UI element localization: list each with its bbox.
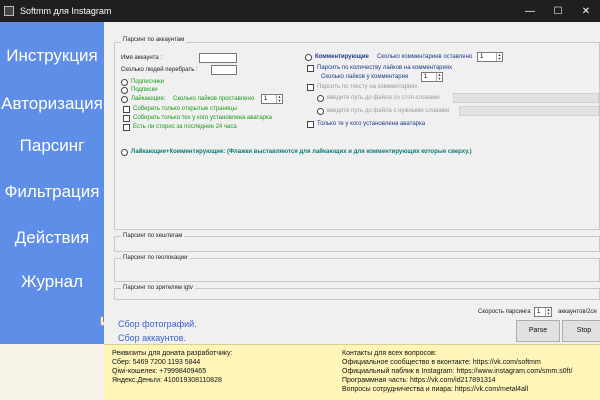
likes-set-stepper[interactable]: 1 ▲ ▼ xyxy=(261,94,283,104)
stories-checkbox[interactable] xyxy=(123,124,130,131)
donation-yandex: Яндекс.Деньги: 410019308110828 xyxy=(112,377,222,384)
comments-left-value: 1 xyxy=(480,54,484,60)
subscriptions-label: Подписки xyxy=(131,87,158,93)
avatar-only-checkbox[interactable] xyxy=(123,115,130,122)
spin-arrows-icon[interactable]: ▲ ▼ xyxy=(436,73,442,81)
accounts-group-title: Парсинг по аккаунтам xyxy=(121,37,187,43)
commenters-radio[interactable] xyxy=(305,54,312,61)
needed-words-label: введите путь до файла с нужными словами xyxy=(327,108,450,114)
account-name-input[interactable] xyxy=(199,53,237,63)
stop-words-radio[interactable] xyxy=(317,95,324,102)
speed-label: Скорость парсинга xyxy=(478,309,531,315)
contacts-instagram: Официальный паблик в Instagram: https://… xyxy=(342,368,573,375)
contacts-vk-community: Официальное сообщество в вконтакте: http… xyxy=(342,359,541,366)
likes-set-label: Сколько лайков проставлено xyxy=(173,96,255,102)
sidebar-item-filtering[interactable]: Фильтрация xyxy=(0,182,104,202)
speed-suffix: аккаунтов/2се xyxy=(558,309,597,315)
account-name-label: Имя аккаунта : xyxy=(121,55,163,61)
contacts: Контакты для всех вопросов: Официальное … xyxy=(342,349,572,394)
spin-arrows-icon[interactable]: ▲ ▼ xyxy=(496,53,502,61)
donation-sber: Сбер: 5469 7200 1193 5844 xyxy=(112,359,201,366)
footer: Реквизиты для доната разработчику: Сбер:… xyxy=(104,344,600,400)
app-icon xyxy=(4,6,14,16)
maximize-button[interactable]: ☐ xyxy=(544,6,572,17)
spin-arrows-icon[interactable]: ▲ ▼ xyxy=(276,95,282,103)
likers-commenters-label: Лайкающие+Комментирующие: (Флажки выстав… xyxy=(131,149,472,155)
open-pages-checkbox[interactable] xyxy=(123,106,130,113)
likers-commenters-radio[interactable] xyxy=(121,149,128,156)
avatar-only-label: Собирать только тех у кого установлена а… xyxy=(133,115,272,121)
window-title: Softmm для Instagram xyxy=(20,6,112,16)
stop-button[interactable]: Stop xyxy=(562,320,600,342)
sidebar-item-parsing[interactable]: Парсинг xyxy=(0,136,104,156)
avatar-only-commenters-label: Только те у кого установлена аватарка xyxy=(317,121,426,127)
main-panel: Парсинг по аккаунтам Имя аккаунта : Скол… xyxy=(104,22,600,344)
parse-comment-likes-label: Парсить по количеству лайков на коммента… xyxy=(317,65,453,71)
speed-value: 1 xyxy=(537,309,541,315)
parse-comment-text-checkbox[interactable] xyxy=(307,84,314,91)
title-bar: Softmm для Instagram — ☐ ✕ xyxy=(0,0,600,22)
footer-left-strip xyxy=(0,344,104,400)
people-count-label: Сколько людей перебрать : xyxy=(121,67,198,73)
commenters-label: Комментирующие xyxy=(315,54,369,60)
hashtag-group: Парсинг по хештегам xyxy=(114,233,600,252)
speed-stepper[interactable]: 1 ▲ ▼ xyxy=(534,307,552,317)
open-pages-label: Собирать только открытые страницы xyxy=(133,106,237,112)
donation-details: Реквизиты для доната разработчику: Сбер:… xyxy=(112,349,233,385)
igtv-group-title: Парсинг по зрителям igtv xyxy=(121,285,195,291)
stop-words-label: введите путь до файла со стоп-словами xyxy=(327,95,440,101)
needed-words-radio[interactable] xyxy=(317,108,324,115)
people-count-input[interactable] xyxy=(211,65,237,75)
contacts-dev: Программная часть: https://vk.com/id2178… xyxy=(342,377,496,384)
contacts-pr: Вопросы сотрудничества и пиара: https://… xyxy=(342,386,529,393)
subscribers-radio[interactable] xyxy=(121,79,128,86)
avatar-only-commenters-checkbox[interactable] xyxy=(307,121,314,128)
comment-likes-stepper[interactable]: 1 ▲ ▼ xyxy=(421,72,443,82)
parse-comment-likes-checkbox[interactable] xyxy=(307,65,314,72)
likers-radio[interactable] xyxy=(121,96,128,103)
parse-comment-text-label: Парсить по тексту на комментариях xyxy=(317,84,418,90)
close-button[interactable]: ✕ xyxy=(572,6,600,17)
sidebar-item-instructions[interactable]: Инструкция xyxy=(0,46,104,66)
sidebar: Инструкция Авторизация Парсинг Фильтраци… xyxy=(0,22,104,344)
needed-words-path-input[interactable] xyxy=(459,106,599,116)
spin-arrows-icon[interactable]: ▲ ▼ xyxy=(545,308,551,316)
comments-left-label: Сколько комментариев оставлено xyxy=(377,54,473,60)
minimize-button[interactable]: — xyxy=(516,6,544,17)
donation-qiwi: Qiwi-кошелек: +79998409465 xyxy=(112,368,207,375)
comment-likes-label: Сколько лайков у комментария xyxy=(321,74,409,80)
hashtag-group-title: Парсинг по хештегам xyxy=(121,233,185,239)
parse-button[interactable]: Parse xyxy=(516,320,560,342)
likers-label: Лайкающие: xyxy=(131,96,166,102)
contacts-title: Контакты для всех вопросов: xyxy=(342,350,437,357)
collect-accounts-link[interactable]: Сбор аккаунтов. xyxy=(118,333,186,343)
sidebar-item-authorization[interactable]: Авторизация xyxy=(0,94,104,114)
donation-title: Реквизиты для доната разработчику: xyxy=(112,350,233,357)
likes-set-value: 1 xyxy=(264,96,268,102)
sidebar-item-journal[interactable]: Журнал xyxy=(0,272,104,292)
collect-photos-link[interactable]: Сбор фотографий. xyxy=(118,319,197,329)
stop-words-path-input[interactable] xyxy=(453,93,599,103)
comment-likes-value: 1 xyxy=(424,74,428,80)
igtv-group: Парсинг по зрителям igtv xyxy=(114,285,600,300)
geo-group-title: Парсинг по геолокации xyxy=(121,255,190,261)
sidebar-item-actions[interactable]: Действия xyxy=(0,228,104,248)
accounts-group: Парсинг по аккаунтам Имя аккаунта : Скол… xyxy=(114,37,600,230)
stories-label: Есть ли сторис за последние 24 часа xyxy=(133,124,237,130)
subscribers-label: Подписчики xyxy=(131,79,165,85)
geo-group: Парсинг по геолокации xyxy=(114,255,600,282)
subscriptions-radio[interactable] xyxy=(121,87,128,94)
comments-left-stepper[interactable]: 1 ▲ ▼ xyxy=(477,52,503,62)
